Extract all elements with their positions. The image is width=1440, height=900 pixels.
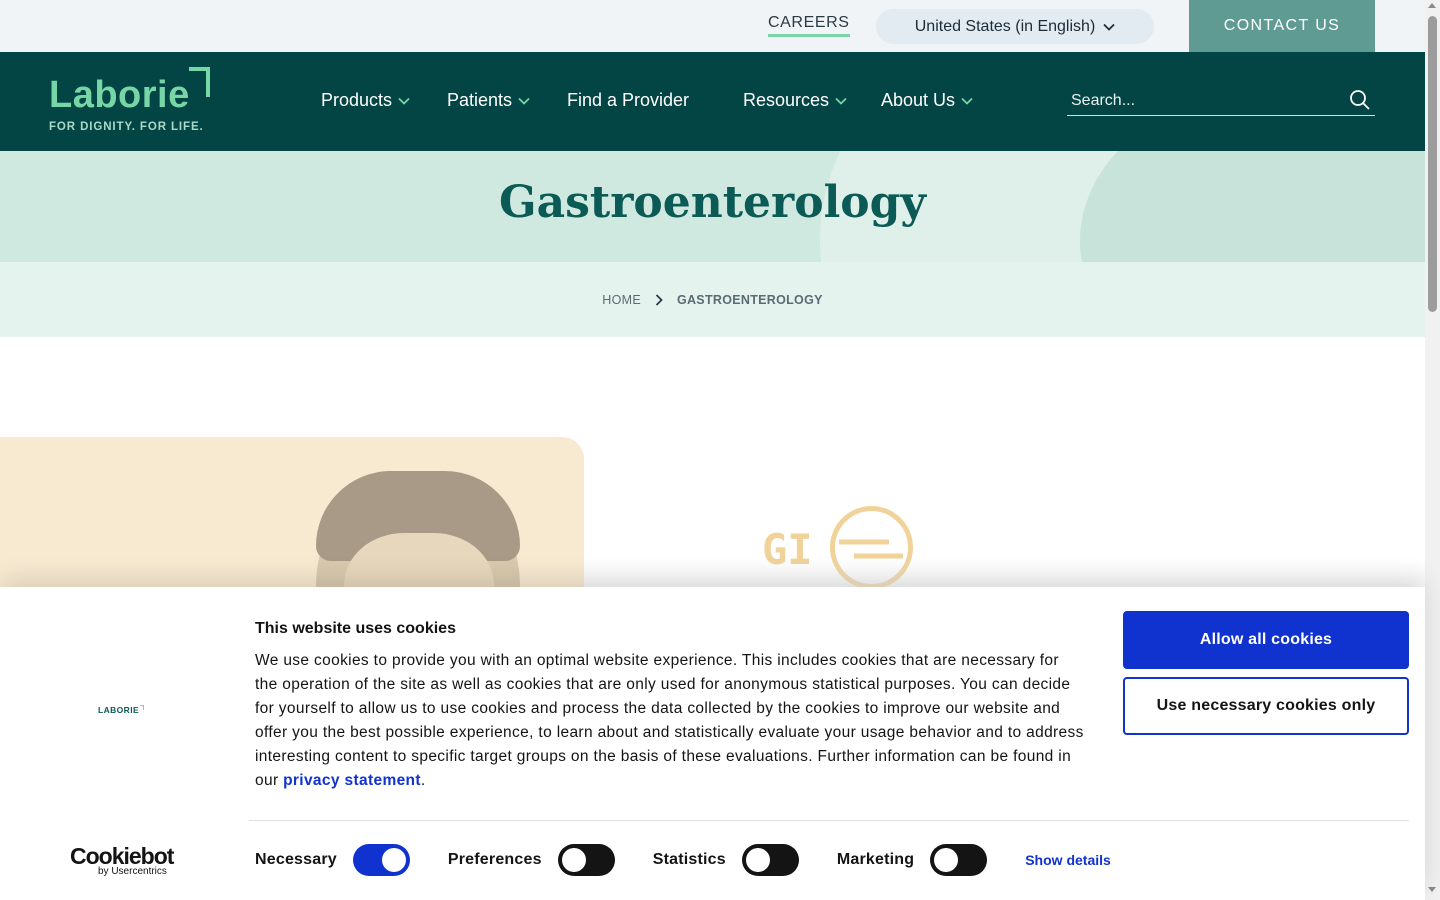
cookie-description: We use cookies to provide you with an op… [255, 649, 1085, 793]
breadcrumb-home[interactable]: HOME [602, 293, 641, 307]
breadcrumb: HOME GASTROENTEROLOGY [0, 293, 1425, 307]
necessary-toggle[interactable] [352, 844, 410, 876]
consent-statistics: Statistics [653, 844, 799, 876]
statistics-toggle[interactable] [741, 844, 799, 876]
chevron-down-icon [398, 97, 410, 105]
toggle-knob [745, 848, 770, 872]
chevron-right-icon [655, 294, 663, 306]
chevron-down-icon [518, 97, 530, 105]
nav-about-us[interactable]: About Us [881, 90, 973, 111]
consent-marketing-label: Marketing [836, 851, 915, 868]
breadcrumb-band: HOME GASTROENTEROLOGY [0, 262, 1425, 337]
nav-products[interactable]: Products [321, 90, 410, 111]
search-box [1067, 86, 1375, 116]
allow-all-cookies-button[interactable]: Allow all cookies [1123, 611, 1409, 669]
cookiebot-wordmark: Cookiebot [70, 843, 174, 869]
consent-statistics-label: Statistics [652, 851, 726, 868]
cookie-laborie-logo: LABORIE [98, 705, 145, 715]
cookie-description-end: . [420, 772, 426, 789]
page-title: Gastroenterology [499, 177, 926, 228]
laborie-logo[interactable]: Laborie FOR DIGNITY. FOR LIFE. [49, 66, 219, 136]
consent-necessary: Necessary [255, 844, 410, 876]
nav-products-label: Products [321, 90, 393, 110]
scroll-up-arrow-icon[interactable] [1428, 3, 1436, 8]
show-details-link[interactable]: Show details [1025, 852, 1111, 868]
main-nav: Laborie FOR DIGNITY. FOR LIFE. Products … [0, 52, 1425, 151]
toggle-knob [934, 848, 959, 872]
contact-us-button[interactable]: CONTACT US [1189, 0, 1375, 52]
necessary-cookies-only-button[interactable]: Use necessary cookies only [1123, 677, 1409, 735]
privacy-statement-link[interactable]: privacy statement [283, 772, 421, 789]
logo-corner-mark [140, 705, 145, 710]
logo-wordmark: Laborie [49, 74, 190, 116]
content-fade [584, 560, 1425, 590]
consent-preferences: Preferences [448, 844, 615, 876]
marketing-toggle[interactable] [930, 844, 988, 876]
cookie-divider [249, 820, 1409, 821]
toggle-knob [561, 848, 586, 872]
scrollbar-thumb[interactable] [1428, 16, 1437, 312]
nav-resources[interactable]: Resources [743, 90, 847, 111]
region-label: United States (in English) [914, 17, 1096, 35]
nav-patients-label: Patients [447, 90, 513, 110]
region-select[interactable]: United States (in English) [876, 9, 1154, 44]
chevron-down-icon [961, 97, 973, 105]
consent-preferences-label: Preferences [447, 851, 542, 868]
search-icon[interactable] [1349, 89, 1371, 111]
cookie-description-text: We use cookies to provide you with an op… [255, 652, 1084, 789]
chevron-down-icon [1103, 23, 1115, 31]
nav-find-provider[interactable]: Find a Provider [567, 90, 689, 111]
chevron-down-icon [835, 97, 847, 105]
logo-tagline: FOR DIGNITY. FOR LIFE. [49, 121, 204, 133]
toggle-knob [381, 848, 406, 872]
page-hero: Gastroenterology [0, 151, 1425, 262]
search-input[interactable] [1071, 90, 1331, 112]
scroll-down-arrow-icon[interactable] [1428, 887, 1436, 892]
cookie-logo-text: LABORIE [98, 705, 140, 715]
logo-corner-mark [189, 67, 210, 97]
nav-find-provider-label: Find a Provider [567, 90, 690, 110]
consent-toggles: Necessary Preferences Statistics Marketi… [255, 844, 1111, 876]
cookie-banner: LABORIE Cookiebot by Usercentrics This w… [0, 587, 1425, 900]
consent-necessary-label: Necessary [255, 851, 337, 868]
cookiebot-logo: Cookiebot by Usercentrics [70, 844, 180, 877]
careers-link[interactable]: CAREERS [768, 14, 850, 37]
breadcrumb-current: GASTROENTEROLOGY [676, 293, 823, 307]
utility-bar: CAREERS United States (in English) CONTA… [0, 0, 1425, 52]
nav-about-us-label: About Us [881, 90, 956, 110]
nav-resources-label: Resources [743, 90, 830, 110]
cookie-title: This website uses cookies [255, 620, 456, 637]
preferences-toggle[interactable] [557, 844, 615, 876]
nav-patients[interactable]: Patients [447, 90, 530, 111]
scrollbar[interactable] [1425, 0, 1440, 900]
consent-marketing: Marketing [836, 844, 988, 876]
